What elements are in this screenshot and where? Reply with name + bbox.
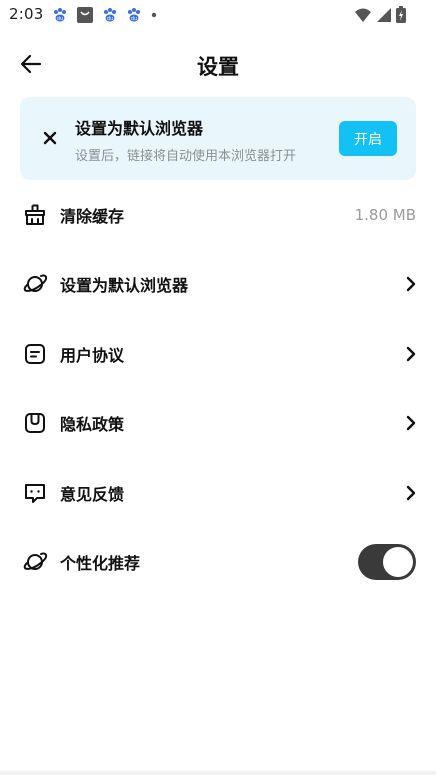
baidu-paw-icon: du: [128, 8, 140, 22]
baidu-paw-icon: du: [104, 8, 116, 22]
header: 设置: [0, 40, 436, 86]
chevron-right-icon: [404, 346, 418, 362]
svg-text:du: du: [107, 16, 113, 22]
chevron-right-icon: [404, 485, 418, 501]
broom-icon: [22, 202, 48, 228]
personalized-recommendation-toggle[interactable]: [358, 544, 416, 581]
banner-description: 设置后，链接将自动使用本浏览器打开: [75, 149, 297, 164]
settings-list: 清除缓存 1.80 MB 设置为默认浏览器 用户协议 隐私政策 意见反馈 个性化…: [0, 180, 436, 597]
agreement-icon: [22, 341, 48, 367]
toggle-knob: [383, 547, 413, 578]
setting-privacy-policy[interactable]: 隐私政策: [0, 389, 436, 459]
shopping-bag-icon: [77, 7, 93, 23]
setting-label: 隐私政策: [60, 415, 125, 435]
system-icons: [354, 6, 406, 23]
wifi-icon: [355, 8, 371, 22]
setting-feedback[interactable]: 意见反馈: [0, 458, 436, 528]
bottom-edge: [0, 771, 436, 775]
close-icon: [43, 131, 57, 145]
chevron-right-icon: [404, 415, 418, 431]
feedback-icon: [22, 480, 48, 506]
setting-personalized-recommendation: 个性化推荐: [0, 528, 436, 598]
default-browser-banner: 设置为默认浏览器 设置后，链接将自动使用本浏览器打开 开启: [20, 97, 416, 180]
status-time: 2:03: [9, 5, 44, 23]
setting-label: 设置为默认浏览器: [60, 276, 189, 296]
setting-user-agreement[interactable]: 用户协议: [0, 319, 436, 389]
setting-label: 意见反馈: [60, 484, 125, 504]
banner-title: 设置为默认浏览器: [75, 119, 204, 138]
status-bar: 2:03 du du du: [0, 0, 436, 30]
setting-default-browser[interactable]: 设置为默认浏览器: [0, 250, 436, 320]
chevron-right-icon: [404, 276, 418, 292]
setting-label: 清除缓存: [60, 206, 125, 226]
planet-icon: [22, 549, 48, 575]
dot-icon: [151, 12, 157, 18]
setting-label: 个性化推荐: [60, 554, 141, 574]
privacy-icon: [22, 410, 48, 436]
banner-close-button[interactable]: [39, 127, 61, 149]
planet-icon: [22, 271, 48, 297]
battery-charging-icon: [396, 6, 406, 23]
setting-label: 用户协议: [60, 345, 125, 365]
baidu-paw-icon: du: [54, 8, 66, 22]
svg-text:du: du: [57, 16, 63, 22]
notification-icons: du du du: [52, 6, 158, 24]
enable-default-browser-button[interactable]: 开启: [339, 121, 397, 156]
signal-icon: [377, 7, 391, 22]
page-title: 设置: [197, 55, 239, 79]
svg-text:du: du: [131, 16, 137, 22]
cache-size-value: 1.80 MB: [354, 205, 416, 224]
setting-clear-cache[interactable]: 清除缓存 1.80 MB: [0, 180, 436, 250]
